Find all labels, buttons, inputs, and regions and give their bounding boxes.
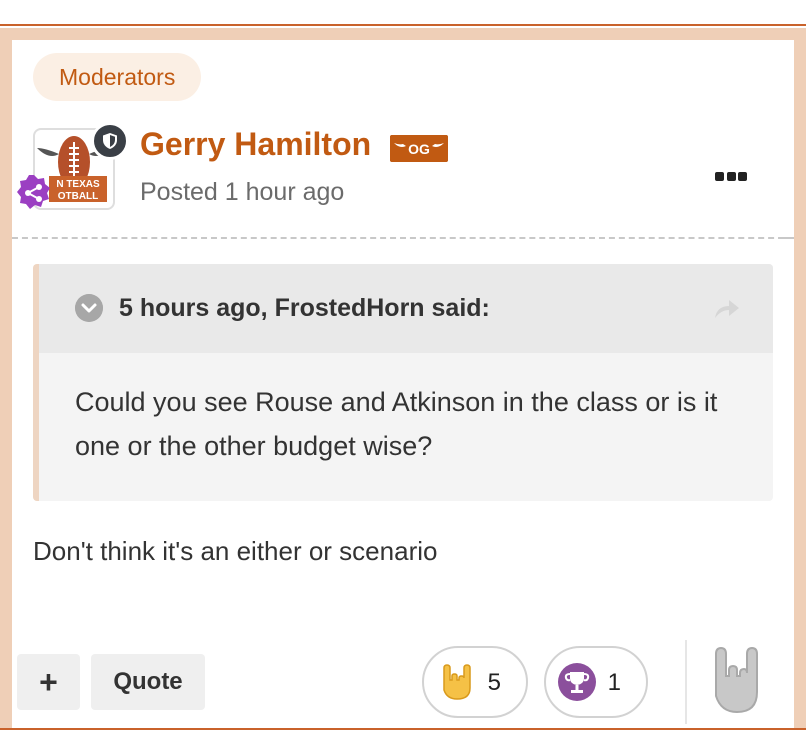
post-header-divider <box>12 237 794 239</box>
post-card: Moderators N TEXAS OTBALL Gerry Hamilton… <box>12 40 794 728</box>
trophy-icon <box>558 663 596 701</box>
share-arrow-icon[interactable] <box>711 294 741 322</box>
post-frame: Moderators N TEXAS OTBALL Gerry Hamilton… <box>0 28 806 728</box>
post-timestamp[interactable]: Posted 1 hour ago <box>140 178 344 207</box>
bottom-strip <box>0 728 806 750</box>
chevron-down-circle-icon[interactable] <box>75 294 103 322</box>
quote-header: 5 hours ago, FrostedHorn said: <box>39 264 773 353</box>
shield-icon <box>103 133 117 149</box>
quote-citation[interactable]: 5 hours ago, FrostedHorn said: <box>119 294 490 323</box>
add-reaction-horns-icon[interactable] <box>709 642 759 716</box>
avatar-logo-text-line-2: OTBALL <box>58 191 99 202</box>
divider-extension-right <box>782 237 794 239</box>
more-dot <box>726 172 736 181</box>
group-badge: Moderators <box>33 53 202 101</box>
top-strip <box>0 0 806 26</box>
reaction-trophy-button[interactable]: 1 <box>544 646 648 718</box>
share-badge-icon <box>17 175 50 209</box>
more-options-icon[interactable] <box>715 172 747 184</box>
avatar-logo-text-line-1: N TEXAS <box>56 179 100 190</box>
more-dot <box>738 172 747 181</box>
quote-button[interactable]: Quote <box>91 654 205 710</box>
quote-text: Could you see Rouse and Atkinson in the … <box>75 387 718 461</box>
reaction-count: 5 <box>487 669 501 696</box>
og-badge-text: OG <box>408 141 430 157</box>
reaction-divider <box>685 640 687 724</box>
reaction-horns-button[interactable]: 5 <box>422 646 528 718</box>
quote-block: 5 hours ago, FrostedHorn said: Could you… <box>33 264 773 501</box>
horns-hand-icon <box>443 664 471 700</box>
og-badge: OG <box>390 135 448 162</box>
multiquote-add-button[interactable]: + <box>17 654 80 710</box>
moderator-shield-badge <box>91 122 129 160</box>
author-name[interactable]: Gerry Hamilton <box>140 126 371 163</box>
post-body: Don't think it's an either or scenario <box>33 536 438 566</box>
more-dot <box>715 172 724 181</box>
reaction-count: 1 <box>607 669 621 696</box>
